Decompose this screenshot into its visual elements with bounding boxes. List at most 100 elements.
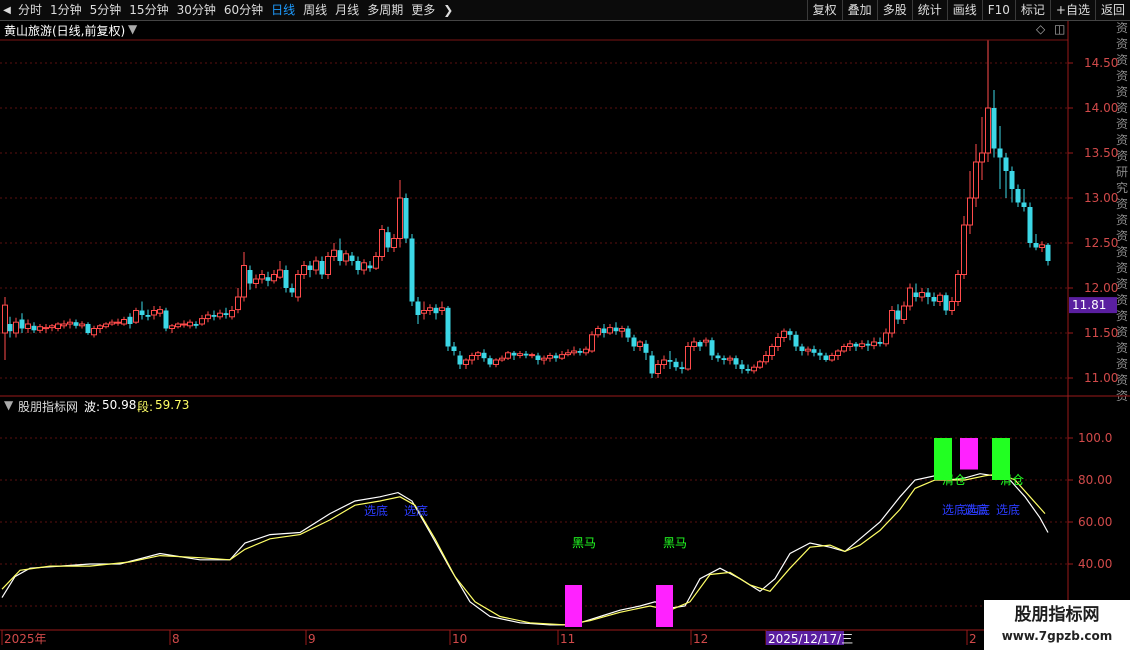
- candle-body: [685, 346, 691, 370]
- candle-body: [55, 323, 61, 329]
- tool-button-0[interactable]: 复权: [806, 0, 842, 20]
- candle-body: [1039, 244, 1045, 249]
- candle-body: [283, 270, 289, 288]
- candle-body: [769, 346, 775, 356]
- date-cursor-label: 2025/12/17/三: [768, 632, 853, 646]
- candle-body: [547, 355, 553, 359]
- tool-button-6[interactable]: 标记: [1014, 0, 1050, 20]
- candle-body: [607, 327, 613, 334]
- candle-body: [487, 358, 493, 365]
- candle-body: [289, 288, 295, 293]
- candle-body: [703, 339, 709, 343]
- period-tab-8[interactable]: 月线: [331, 0, 363, 20]
- candle-body: [943, 295, 949, 311]
- candle-body: [805, 348, 811, 352]
- candle-body: [601, 328, 607, 333]
- kline-chart[interactable]: 选底 选底黑马 黑马清仓 清仓选底选底选底 选底 14.5014.0013.5013.0…: [0, 21, 1130, 650]
- candle-body: [559, 354, 565, 359]
- candle-body: [913, 292, 919, 297]
- candle-body: [511, 352, 517, 356]
- candle-body: [583, 348, 589, 354]
- candle-body: [61, 323, 67, 327]
- window-toggle-icon[interactable]: ◫: [1054, 22, 1065, 36]
- candle-body: [79, 323, 85, 327]
- tool-button-7[interactable]: +自选: [1049, 0, 1095, 20]
- diamond-icon[interactable]: ◇: [1036, 22, 1045, 36]
- candle-body: [31, 325, 37, 331]
- candle-body: [121, 319, 127, 325]
- tool-button-2[interactable]: 多股: [876, 0, 912, 20]
- candle-body: [223, 313, 229, 315]
- candle-body: [331, 249, 337, 257]
- candle-body: [1003, 157, 1009, 171]
- candle-body: [457, 355, 463, 365]
- x-axis-label: 12: [693, 632, 708, 646]
- seg-line: [1, 473, 1046, 626]
- tool-button-8[interactable]: 返回: [1094, 0, 1130, 20]
- candle-body: [115, 321, 121, 324]
- candle-body: [409, 238, 415, 302]
- tool-button-4[interactable]: 画线: [946, 0, 982, 20]
- candle-body: [349, 255, 355, 261]
- candle-body: [2, 304, 8, 334]
- logo-title: 股朋指标网: [1014, 605, 1100, 625]
- scroll-left-icon[interactable]: ◀: [0, 0, 14, 20]
- candle-body: [751, 366, 757, 372]
- more-chevron-icon[interactable]: ❯: [439, 0, 457, 20]
- candle-body: [271, 274, 277, 282]
- tool-button-5[interactable]: F10: [981, 0, 1015, 20]
- current-price-value: 11.81: [1072, 298, 1106, 312]
- candle-body: [577, 351, 583, 353]
- price-tick-label: 12.50: [1084, 236, 1118, 250]
- period-tab-5[interactable]: 60分钟: [220, 0, 267, 20]
- candle-body: [529, 354, 535, 357]
- price-tick-label: 11.50: [1084, 326, 1118, 340]
- candle-body: [991, 108, 997, 149]
- period-tab-0[interactable]: 分时: [14, 0, 46, 20]
- period-tab-9[interactable]: 多周期: [363, 0, 407, 20]
- signal-bar: [656, 585, 673, 627]
- candle-body: [313, 260, 319, 271]
- candle-body: [781, 330, 787, 339]
- candle-body: [163, 310, 169, 329]
- period-tab-4[interactable]: 30分钟: [173, 0, 220, 20]
- title-dropdown-icon[interactable]: ▼: [128, 22, 137, 36]
- candle-body: [43, 327, 49, 330]
- period-tab-7[interactable]: 周线: [299, 0, 331, 20]
- candle-body: [979, 152, 985, 163]
- signal-label: 选底: [404, 503, 428, 518]
- candle-body: [199, 318, 205, 325]
- candle-body: [859, 343, 865, 347]
- ind-tick-label: 60.00: [1078, 515, 1112, 529]
- candle-body: [91, 328, 97, 336]
- candle-body: [799, 346, 805, 351]
- candle-body: [985, 107, 991, 154]
- candle-body: [553, 355, 559, 359]
- candle-body: [613, 327, 619, 332]
- tool-button-3[interactable]: 统计: [911, 0, 947, 20]
- candle-body: [259, 274, 265, 280]
- candlestick-series: [2, 40, 1051, 378]
- candle-body: [715, 355, 721, 359]
- candle-body: [901, 305, 907, 320]
- candle-body: [517, 353, 523, 357]
- signal-label: 清仓: [942, 473, 966, 487]
- candle-body: [193, 324, 199, 326]
- candle-body: [301, 265, 307, 275]
- period-tab-2[interactable]: 5分钟: [86, 0, 126, 20]
- period-tab-10[interactable]: 更多: [407, 0, 439, 20]
- candle-body: [811, 349, 817, 353]
- period-tab-1[interactable]: 1分钟: [46, 0, 86, 20]
- candle-body: [319, 261, 325, 275]
- tool-button-1[interactable]: 叠加: [841, 0, 877, 20]
- period-tab-6[interactable]: 日线: [267, 0, 299, 20]
- x-axis-label: 8: [172, 632, 180, 646]
- x-axis-label: 10: [452, 632, 467, 646]
- logo-url: www.7gpzb.com: [1001, 629, 1113, 643]
- indicator-dropdown-icon[interactable]: ▼: [4, 398, 13, 412]
- signal-label: 选底: [364, 503, 388, 518]
- candle-body: [211, 315, 217, 317]
- period-tab-3[interactable]: 15分钟: [125, 0, 172, 20]
- candle-body: [67, 321, 73, 325]
- candle-body: [733, 358, 739, 365]
